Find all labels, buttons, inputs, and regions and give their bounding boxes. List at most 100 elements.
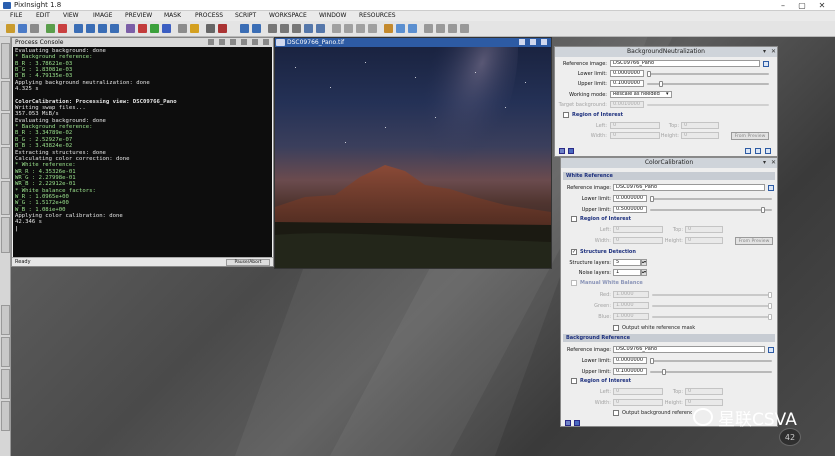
zoom-in-icon[interactable]: [74, 24, 83, 33]
pause-abort-button[interactable]: Pause/Abort: [226, 259, 270, 266]
explorer-icon[interactable]: [396, 24, 405, 33]
sidebar-tab-process-console[interactable]: [1, 217, 10, 253]
cc-lower-limit-slider[interactable]: [650, 198, 772, 200]
bn-upper-limit-slider[interactable]: [647, 83, 769, 85]
bn-preferences-icon[interactable]: [765, 148, 771, 154]
maximize-icon[interactable]: ▢: [795, 0, 809, 11]
menu-preview[interactable]: PREVIEW: [125, 12, 152, 19]
cc-white-reference-section[interactable]: White Reference: [563, 172, 775, 180]
cc-bg-upper-limit-field[interactable]: 0.1000000: [613, 368, 647, 375]
cc-bg-lower-limit-knob[interactable]: [650, 358, 654, 364]
cc-reference-image-browse-icon[interactable]: [768, 185, 774, 191]
green-channel-icon[interactable]: [150, 24, 159, 33]
sidebar-tab-file-explorer[interactable]: [1, 181, 10, 215]
auto-stretch-icon[interactable]: [190, 24, 199, 33]
rgb-channel-icon[interactable]: [126, 24, 135, 33]
minimize-icon[interactable]: –: [776, 0, 790, 11]
cc-upper-limit-field[interactable]: 0.5000000: [613, 206, 647, 213]
sidebar-tab-view-explorer[interactable]: [1, 113, 10, 145]
red-channel-icon[interactable]: [138, 24, 147, 33]
tile-icon[interactable]: [448, 24, 457, 33]
bn-reference-image-field[interactable]: DSC09766_Pano: [610, 60, 760, 67]
image-zoom-icon[interactable]: [276, 39, 285, 46]
bn-upper-limit-field[interactable]: 0.1000000: [610, 80, 644, 87]
cc-reference-image-field[interactable]: DSC09766_Pano: [613, 184, 765, 191]
format-icon[interactable]: [408, 24, 417, 33]
cc-output-mask-checkbox[interactable]: [613, 325, 619, 331]
console-restore-icon[interactable]: [252, 39, 258, 45]
zoom-1-1-icon[interactable]: [110, 24, 119, 33]
image-maximize-icon[interactable]: [530, 39, 536, 45]
cc-bg-roi-checkbox[interactable]: [571, 378, 577, 384]
console-float-icon[interactable]: [230, 39, 236, 45]
menu-workspace[interactable]: WORKSPACE: [269, 12, 307, 19]
redo-icon[interactable]: [252, 24, 261, 33]
cc-bg-reference-image-field[interactable]: DSC09766_Pano: [613, 346, 765, 353]
blue-channel-icon[interactable]: [162, 24, 171, 33]
cc-noise-layers-spinner[interactable]: ▴▾: [641, 269, 647, 276]
sidebar-tab-image-3[interactable]: [1, 369, 10, 399]
menu-window[interactable]: WINDOW: [319, 12, 346, 19]
notification-badge[interactable]: 42: [779, 428, 801, 446]
bn-lower-limit-slider[interactable]: [647, 73, 769, 75]
sidebar-tab-format-explorer[interactable]: [1, 81, 10, 111]
preview-icon[interactable]: [304, 24, 313, 33]
menu-script[interactable]: SCRIPT: [235, 12, 256, 19]
console-shade-icon[interactable]: [208, 39, 214, 45]
bn-roi-checkbox[interactable]: [563, 112, 569, 118]
cc-manual-wb-checkbox[interactable]: [571, 280, 577, 286]
cc-lower-limit-field[interactable]: 0.0000000: [613, 195, 647, 202]
menu-mask[interactable]: MASK: [164, 12, 181, 19]
cc-structure-layers-spinner[interactable]: ▴▾: [641, 259, 647, 266]
console-close-icon[interactable]: [263, 39, 269, 45]
crosshair-icon[interactable]: [280, 24, 289, 33]
sidebar-tab-process-explorer[interactable]: [1, 43, 10, 79]
cc-roi-checkbox[interactable]: [571, 216, 577, 222]
console-minimize-icon[interactable]: [241, 39, 247, 45]
cascade-icon[interactable]: [460, 24, 469, 33]
bn-upper-limit-knob[interactable]: [659, 81, 663, 87]
history-icon[interactable]: [368, 24, 377, 33]
cc-bg-reference-image-browse-icon[interactable]: [768, 347, 774, 353]
milky-way-image[interactable]: [275, 47, 551, 268]
sidebar-tab-image-2[interactable]: [1, 337, 10, 367]
cc-bg-lower-limit-field[interactable]: 0.0000000: [613, 357, 647, 364]
cc-shade-icon[interactable]: ▾: [761, 159, 768, 166]
bn-shade-icon[interactable]: ▾: [761, 48, 768, 55]
menu-resources[interactable]: RESOURCES: [359, 12, 396, 19]
cc-background-reference-section[interactable]: Background Reference: [563, 334, 775, 342]
cc-bg-lower-limit-slider[interactable]: [650, 360, 772, 362]
menu-file[interactable]: FILE: [10, 12, 22, 19]
bn-reference-image-browse-icon[interactable]: [763, 61, 769, 67]
cc-bg-upper-limit-slider[interactable]: [650, 371, 772, 373]
sidebar-tab-image-4[interactable]: [1, 401, 10, 431]
cc-lower-limit-knob[interactable]: [650, 196, 654, 202]
bn-working-mode-select[interactable]: Rescale as needed: [610, 91, 672, 98]
new-image-icon[interactable]: [46, 24, 55, 33]
process-icon[interactable]: [356, 24, 365, 33]
view-icon[interactable]: [424, 24, 433, 33]
stf-icon[interactable]: [178, 24, 187, 33]
cc-upper-limit-knob[interactable]: [761, 207, 765, 213]
bn-lower-limit-field[interactable]: 0.0000000: [610, 70, 644, 77]
close-image-icon[interactable]: [30, 24, 39, 33]
menu-process[interactable]: PROCESS: [195, 12, 223, 19]
cc-structure-layers-field[interactable]: 5: [613, 259, 641, 266]
bn-new-instance-icon[interactable]: [559, 148, 565, 154]
bn-reset-icon[interactable]: [755, 148, 761, 154]
save-icon[interactable]: [18, 24, 27, 33]
readout-icon[interactable]: [268, 24, 277, 33]
cc-close-icon[interactable]: ✕: [770, 159, 777, 166]
console-dock-icon[interactable]: [219, 39, 225, 45]
cc-structure-detection-checkbox[interactable]: ✓: [571, 249, 577, 255]
bn-lower-limit-knob[interactable]: [647, 71, 651, 77]
cc-noise-layers-field[interactable]: 1: [613, 269, 641, 276]
open-icon[interactable]: [6, 24, 15, 33]
cc-bg-upper-limit-knob[interactable]: [662, 369, 666, 375]
image-close-icon[interactable]: [541, 39, 547, 45]
menu-image[interactable]: IMAGE: [93, 12, 112, 19]
workspace-icon[interactable]: [436, 24, 445, 33]
cc-apply-global-icon[interactable]: [574, 420, 580, 426]
new-preview-icon[interactable]: [316, 24, 325, 33]
close-icon[interactable]: ✕: [815, 0, 829, 11]
